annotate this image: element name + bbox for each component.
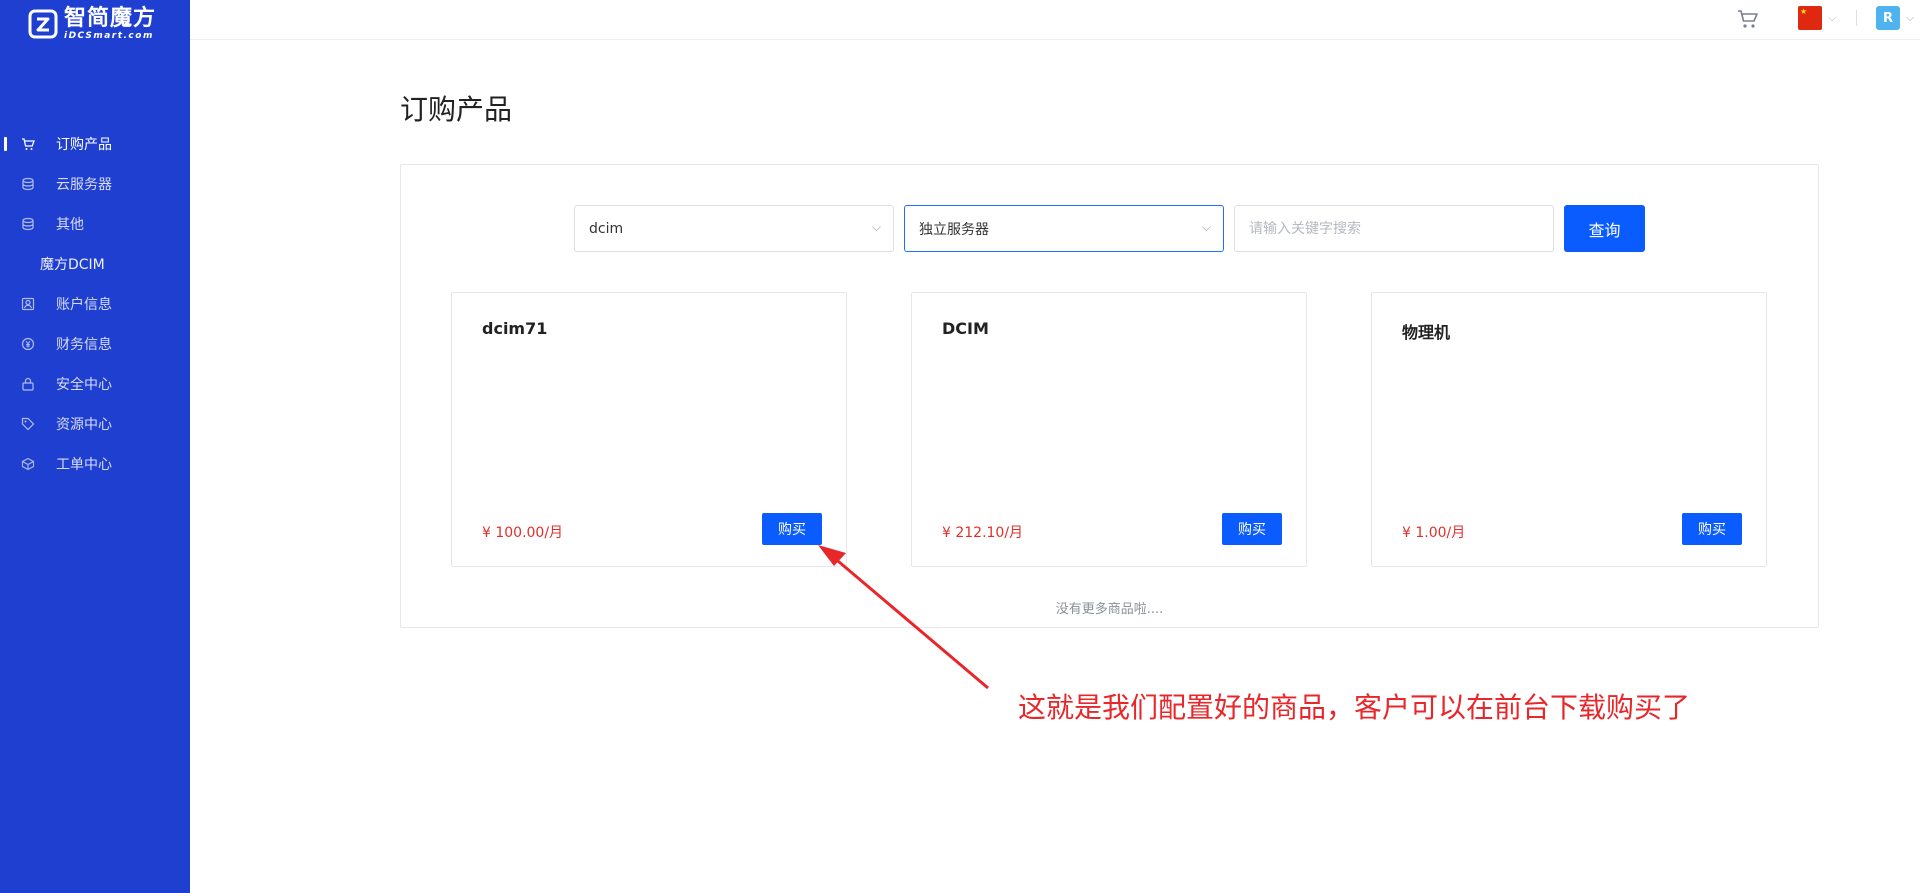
query-button[interactable]: 查询 [1564,205,1645,252]
select-value: 独立服务器 [919,221,989,238]
sidebar-item-label: 账户信息 [56,297,112,313]
sidebar-item-account-info[interactable]: 账户信息 [0,284,190,324]
logo-name-cn: 智简魔方 [64,5,157,31]
page-title: 订购产品 [400,93,513,126]
select-value: dcim [589,220,624,237]
product-card: 物理机 ¥ 1.00/月 购买 [1371,292,1767,567]
sidebar-item-label: 安全中心 [56,377,112,393]
avatar[interactable]: R [1876,6,1900,30]
product-card: DCIM ¥ 212.10/月 购买 [911,292,1307,567]
logo[interactable]: 智简魔方 iDCSmart.com [28,6,156,42]
sidebar-item-mofang-dcim[interactable]: 魔方DCIM [0,244,190,284]
sidebar-item-cloud-servers[interactable]: 云服务器 [0,164,190,204]
sidebar-item-label: 资源中心 [56,417,112,433]
database-icon [20,176,36,192]
annotation-text: 这就是我们配置好的商品，客户可以在前台下载购买了 [1018,691,1691,724]
sidebar-item-label: 工单中心 [56,457,112,473]
logo-icon [28,9,58,39]
sidebar-item-ticket-center[interactable]: 工单中心 [0,444,190,484]
yen-circle-icon [20,336,36,352]
user-card-icon [20,296,36,312]
product-type-select[interactable]: 独立服务器 ⌵ [904,205,1224,252]
sidebar-item-security-center[interactable]: 安全中心 [0,364,190,404]
product-price: ¥ 212.10/月 [942,525,1024,541]
sidebar-nav: 订购产品 云服务器 其他 魔方DCIM 账户信息 财务信息 安全中心 资源中心 … [0,124,190,484]
product-name: DCIM [942,319,989,338]
buy-button[interactable]: 购买 [762,513,822,545]
product-group-select[interactable]: dcim ⌵ [574,205,894,252]
product-price: ¥ 100.00/月 [482,525,564,541]
sidebar-item-label: 财务信息 [56,337,112,353]
buy-button[interactable]: 购买 [1222,513,1282,545]
chevron-down-icon: ⌵ [871,220,881,234]
cart-icon[interactable] [1736,7,1760,31]
chevron-down-icon[interactable]: ⌵ [1828,11,1836,25]
sidebar-item-label: 其他 [56,217,84,233]
sidebar-item-resource-center[interactable]: 资源中心 [0,404,190,444]
logo-name-en: iDCSmart.com [64,30,154,41]
box-icon [20,456,36,472]
tag-icon [20,416,36,432]
product-card: dcim71 ¥ 100.00/月 购买 [451,292,847,567]
lock-icon [20,376,36,392]
sidebar-item-other[interactable]: 其他 [0,204,190,244]
cart-icon [20,136,36,152]
product-name: 物理机 [1402,323,1451,342]
buy-button[interactable]: 购买 [1682,513,1742,545]
sidebar: 智简魔方 iDCSmart.com 订购产品 云服务器 其他 魔方DCIM 账户… [0,0,190,893]
search-input[interactable] [1234,205,1554,252]
top-bar: ⌵ R ⌵ [190,0,1920,40]
product-name: dcim71 [482,319,548,338]
sidebar-item-order-products[interactable]: 订购产品 [0,124,190,164]
sidebar-item-label: 订购产品 [56,137,112,153]
sidebar-item-finance-info[interactable]: 财务信息 [0,324,190,364]
chevron-down-icon: ⌵ [1201,220,1211,234]
chevron-down-icon[interactable]: ⌵ [1906,11,1914,25]
china-flag-icon[interactable] [1798,6,1822,30]
sidebar-item-label: 魔方DCIM [40,257,105,273]
sidebar-item-label: 云服务器 [56,177,112,193]
no-more-products-text: 没有更多商品啦.... [1055,602,1164,617]
product-price: ¥ 1.00/月 [1402,525,1466,541]
database-icon [20,216,36,232]
divider [1856,10,1857,26]
